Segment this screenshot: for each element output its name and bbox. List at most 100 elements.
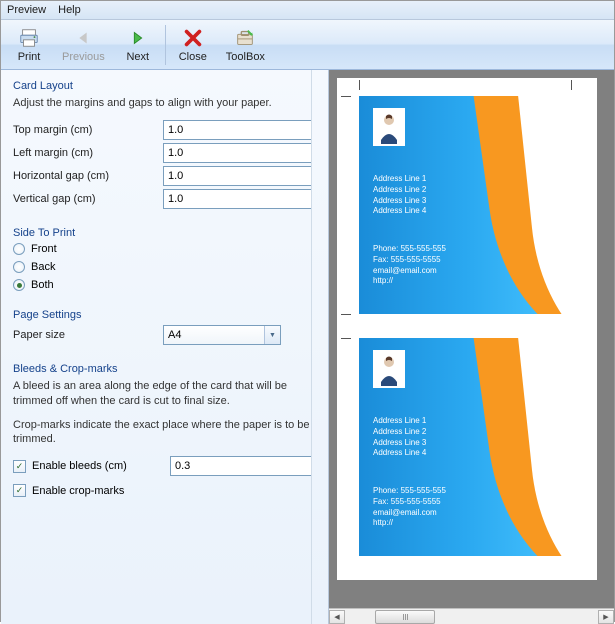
spin-up-icon[interactable]: ▲ — [315, 167, 321, 177]
addr-line: Address Line 3 — [373, 438, 426, 449]
addr-line: Address Line 4 — [373, 448, 426, 459]
enable-bleeds-label: Enable bleeds (cm) — [32, 460, 164, 472]
close-icon — [181, 26, 205, 50]
bleeds-section: Bleeds & Crop-marks A bleed is an area a… — [13, 363, 316, 497]
left-margin-field[interactable] — [163, 143, 314, 163]
photo-placeholder — [373, 350, 405, 388]
url-line: http:// — [373, 276, 446, 287]
photo-placeholder — [373, 108, 405, 146]
url-line: http:// — [373, 518, 446, 529]
radio-back[interactable]: Back — [13, 261, 316, 273]
contact-block: Phone: 555-555-555 Fax: 555-555-5555 ema… — [373, 486, 446, 529]
radio-front[interactable]: Front — [13, 243, 316, 255]
spin-up-icon[interactable]: ▲ — [315, 190, 321, 200]
radio-icon — [13, 243, 25, 255]
menubar: Preview Help — [1, 1, 614, 20]
addr-line: Address Line 1 — [373, 416, 426, 427]
page-settings-title: Page Settings — [13, 309, 316, 321]
enable-bleeds-checkbox[interactable]: ✓ — [13, 460, 26, 473]
email-line: email@email.com — [373, 266, 446, 277]
arrow-right-icon — [126, 26, 150, 50]
addr-line: Address Line 4 — [373, 206, 426, 217]
spin-up-icon[interactable]: ▲ — [315, 121, 321, 131]
bleed-value-input[interactable]: ▲▼ — [170, 456, 288, 476]
addr-line: Address Line 1 — [373, 174, 426, 185]
menu-help[interactable]: Help — [58, 4, 81, 16]
scroll-track[interactable] — [345, 610, 598, 624]
crop-mark — [341, 338, 351, 339]
top-margin-label: Top margin (cm) — [13, 124, 163, 136]
card-layout-title: Card Layout — [13, 80, 316, 92]
vgap-field[interactable] — [163, 189, 314, 209]
radio-icon — [13, 279, 25, 291]
phone-line: Phone: 555-555-555 — [373, 486, 446, 497]
close-label: Close — [179, 51, 207, 63]
radio-icon — [13, 261, 25, 273]
chevron-down-icon: ▼ — [264, 326, 280, 344]
toolbox-icon — [233, 26, 257, 50]
previous-label: Previous — [62, 51, 105, 63]
top-margin-field[interactable] — [163, 120, 314, 140]
radio-back-label: Back — [31, 261, 55, 273]
settings-panel: Card Layout Adjust the margins and gaps … — [1, 70, 329, 624]
fax-line: Fax: 555-555-5555 — [373, 497, 446, 508]
addr-line: Address Line 3 — [373, 196, 426, 207]
print-label: Print — [18, 51, 41, 63]
bleeds-desc1: A bleed is an area along the edge of the… — [13, 379, 316, 408]
bleeds-title: Bleeds & Crop-marks — [13, 363, 316, 375]
menu-preview[interactable]: Preview — [7, 4, 46, 16]
addr-line: Address Line 2 — [373, 427, 426, 438]
toolbox-label: ToolBox — [226, 51, 265, 63]
left-margin-input[interactable]: ▲▼ — [163, 143, 281, 163]
toolbar-separator — [165, 25, 166, 65]
bleeds-desc2: Crop-marks indicate the exact place wher… — [13, 418, 316, 447]
toolbar: Print Previous Next Close ToolBox — [1, 20, 614, 70]
print-button[interactable]: Print — [5, 22, 53, 67]
page-settings-section: Page Settings Paper size A4 ▼ — [13, 309, 316, 345]
vgap-input[interactable]: ▲▼ — [163, 189, 281, 209]
paper-size-value: A4 — [168, 329, 181, 341]
left-margin-label: Left margin (cm) — [13, 147, 163, 159]
scroll-thumb[interactable] — [375, 610, 435, 624]
paper-preview: Address Line 1 Address Line 2 Address Li… — [337, 78, 597, 580]
vgap-label: Vertical gap (cm) — [13, 193, 163, 205]
next-button[interactable]: Next — [114, 22, 162, 67]
spin-down-icon[interactable]: ▼ — [315, 154, 321, 163]
radio-front-label: Front — [31, 243, 57, 255]
addr-line: Address Line 2 — [373, 185, 426, 196]
top-margin-input[interactable]: ▲▼ — [163, 120, 281, 140]
preview-pane: Address Line 1 Address Line 2 Address Li… — [329, 70, 614, 624]
enable-crop-checkbox[interactable]: ✓ — [13, 484, 26, 497]
arrow-left-icon — [71, 26, 95, 50]
toolbox-button[interactable]: ToolBox — [217, 22, 274, 67]
spin-up-icon[interactable]: ▲ — [315, 144, 321, 154]
phone-line: Phone: 555-555-555 — [373, 244, 446, 255]
enable-crop-label: Enable crop-marks — [32, 485, 124, 497]
email-line: email@email.com — [373, 508, 446, 519]
scroll-right-icon[interactable]: ▶ — [598, 610, 614, 624]
spin-down-icon[interactable]: ▼ — [315, 177, 321, 186]
hgap-input[interactable]: ▲▼ — [163, 166, 281, 186]
address-block: Address Line 1 Address Line 2 Address Li… — [373, 174, 426, 217]
hgap-field[interactable] — [163, 166, 314, 186]
spin-down-icon[interactable]: ▼ — [322, 467, 328, 476]
close-button[interactable]: Close — [169, 22, 217, 67]
side-title: Side To Print — [13, 227, 316, 239]
card-preview: Address Line 1 Address Line 2 Address Li… — [359, 338, 571, 556]
crop-mark — [341, 314, 351, 315]
spin-down-icon[interactable]: ▼ — [315, 200, 321, 209]
address-block: Address Line 1 Address Line 2 Address Li… — [373, 416, 426, 459]
bleed-value-field[interactable] — [170, 456, 321, 476]
radio-both-label: Both — [31, 279, 54, 291]
spin-down-icon[interactable]: ▼ — [315, 131, 321, 140]
card-preview: Address Line 1 Address Line 2 Address Li… — [359, 96, 571, 314]
paper-size-label: Paper size — [13, 329, 163, 341]
fax-line: Fax: 555-555-5555 — [373, 255, 446, 266]
spin-up-icon[interactable]: ▲ — [322, 457, 328, 467]
hgap-label: Horizontal gap (cm) — [13, 170, 163, 182]
paper-size-select[interactable]: A4 ▼ — [163, 325, 281, 345]
next-label: Next — [126, 51, 149, 63]
printer-icon — [17, 26, 41, 50]
radio-both[interactable]: Both — [13, 279, 316, 291]
scroll-left-icon[interactable]: ◀ — [329, 610, 345, 624]
